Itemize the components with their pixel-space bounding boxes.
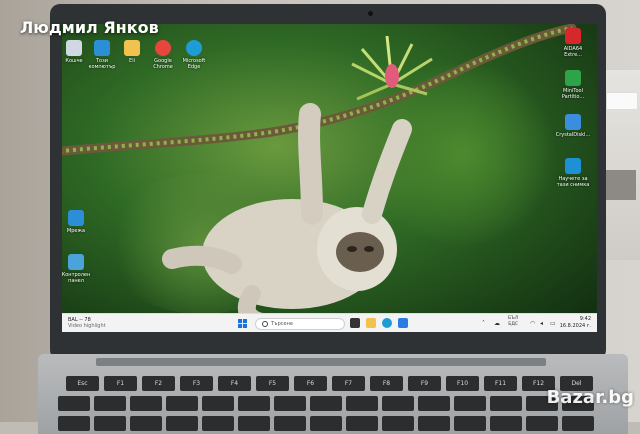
wallpaper-sloth xyxy=(162,103,412,324)
desktop-icon-label: MiniTool Partitio... xyxy=(561,88,585,100)
keyboard-key[interactable] xyxy=(238,396,270,411)
keyboard-key[interactable]: F4 xyxy=(218,376,251,391)
keyboard-key[interactable] xyxy=(130,396,162,411)
keyboard-key[interactable]: F6 xyxy=(294,376,327,391)
keyboard-key[interactable]: F8 xyxy=(370,376,403,391)
cloud-icon[interactable]: ☁ xyxy=(494,320,500,327)
desktop-icon[interactable]: Microsoft Edge xyxy=(176,40,212,70)
laptop-hinge xyxy=(96,358,546,366)
keyboard-key[interactable] xyxy=(94,396,126,411)
folder-icon xyxy=(124,40,140,56)
crystaldisk-icon xyxy=(565,114,581,130)
keyboard: Esc F1 F2 F3 F4 F5 F6 F7 F8 F9 F10 F11 F12 Del xyxy=(54,376,614,431)
desktop-icon-label: Мрежа xyxy=(66,228,86,234)
keyboard-key[interactable] xyxy=(202,416,234,431)
desktop-screen: Кошче Този компютър Eli Google Chrome Micros… xyxy=(62,24,597,332)
windows-start-icon[interactable] xyxy=(238,319,247,328)
seller-name: Людмил Янков xyxy=(20,18,159,37)
desktop-icon-label: Научете за тази снимка xyxy=(556,176,590,188)
mintool-icon xyxy=(565,70,581,86)
keyboard-key[interactable] xyxy=(418,396,450,411)
file-explorer-icon[interactable] xyxy=(366,318,376,328)
edge-taskbar-icon[interactable] xyxy=(382,318,392,328)
taskbar: BAL -- 78 Video highlight Търсене ˄ ☁ БЪ… xyxy=(62,313,597,332)
desktop-icon-label: Microsoft Edge xyxy=(182,58,206,70)
control-panel-icon xyxy=(68,254,84,270)
desktop-icon[interactable]: AIDA64 Extre... xyxy=(555,28,591,58)
task-view-icon[interactable] xyxy=(350,318,360,328)
keyboard-key[interactable] xyxy=(58,396,90,411)
search-placeholder: Търсене xyxy=(271,321,293,327)
watermark-logo: Bazar.bg xyxy=(546,387,634,408)
keyboard-key[interactable]: F5 xyxy=(256,376,289,391)
keyboard-key[interactable] xyxy=(346,396,378,411)
keyboard-key[interactable] xyxy=(202,396,234,411)
keyboard-key[interactable] xyxy=(562,416,594,431)
desktop-icon-label: Контролен панел xyxy=(62,272,91,284)
store-taskbar-icon[interactable] xyxy=(398,318,408,328)
chrome-icon xyxy=(155,40,171,56)
shelf-device xyxy=(606,92,638,110)
weather-widget[interactable]: BAL -- 78 Video highlight xyxy=(68,317,106,329)
battery-icon[interactable]: ▭ xyxy=(550,320,556,327)
keyboard-key[interactable] xyxy=(310,416,342,431)
wifi-icon[interactable]: ◠ xyxy=(530,320,535,327)
language-indicator[interactable]: БЪЛ БДС xyxy=(508,316,518,328)
search-icon xyxy=(262,320,268,327)
taskbar-search-box[interactable]: Търсене xyxy=(255,318,345,330)
keyboard-key[interactable] xyxy=(274,396,306,411)
volume-icon[interactable]: ◂ xyxy=(540,320,543,327)
this-pc-icon xyxy=(94,40,110,56)
desktop-icon[interactable]: MiniTool Partitio... xyxy=(555,70,591,100)
keyboard-key[interactable] xyxy=(490,396,522,411)
keyboard-key[interactable]: F1 xyxy=(104,376,137,391)
recycle-bin-icon xyxy=(66,40,82,56)
keyboard-key[interactable] xyxy=(454,396,486,411)
clock-time: 9:42 xyxy=(579,316,591,322)
keyboard-key[interactable]: F11 xyxy=(484,376,517,391)
keyboard-key[interactable]: F10 xyxy=(446,376,479,391)
keyboard-key[interactable] xyxy=(94,416,126,431)
keyboard-key[interactable] xyxy=(526,416,558,431)
keyboard-key[interactable]: F2 xyxy=(142,376,175,391)
keyboard-key[interactable] xyxy=(490,416,522,431)
desktop-icon[interactable]: Контролен панел xyxy=(62,254,94,284)
desktop-icon[interactable]: CrystalDiskI... xyxy=(555,114,591,138)
network-icon xyxy=(68,210,84,226)
keyboard-key[interactable] xyxy=(346,416,378,431)
desktop-icon[interactable]: Мрежа xyxy=(62,210,94,234)
keyboard-key[interactable] xyxy=(166,416,198,431)
webcam xyxy=(368,11,373,16)
desktop-icon-label: CrystalDiskI... xyxy=(555,132,591,138)
keyboard-layout-label: БДС xyxy=(508,322,518,327)
weather-subtitle: Video highlight xyxy=(68,323,106,329)
getting-started-icon xyxy=(565,158,581,174)
keyboard-key[interactable]: F7 xyxy=(332,376,365,391)
keyboard-key[interactable] xyxy=(58,416,90,431)
clock[interactable]: 9:42 16.8.2024 г. xyxy=(560,316,591,330)
keyboard-key[interactable]: Esc xyxy=(66,376,99,391)
keyboard-key[interactable] xyxy=(166,396,198,411)
shelf-device xyxy=(606,170,636,200)
desktop-icon-label: AIDA64 Extre... xyxy=(563,46,583,58)
keyboard-key[interactable] xyxy=(130,416,162,431)
keyboard-key[interactable] xyxy=(310,396,342,411)
background-shelf xyxy=(600,70,640,260)
keyboard-key[interactable] xyxy=(382,396,414,411)
keyboard-key[interactable] xyxy=(274,416,306,431)
edge-icon xyxy=(186,40,202,56)
keyboard-key[interactable] xyxy=(418,416,450,431)
keyboard-key[interactable] xyxy=(238,416,270,431)
keyboard-key[interactable]: F3 xyxy=(180,376,213,391)
keyboard-key[interactable] xyxy=(382,416,414,431)
chevron-up-icon[interactable]: ˄ xyxy=(482,320,485,327)
aida64-icon xyxy=(565,28,581,44)
keyboard-key[interactable]: F9 xyxy=(408,376,441,391)
desktop-icon[interactable]: Научете за тази снимка xyxy=(555,158,591,188)
clock-date: 16.8.2024 г. xyxy=(559,323,591,329)
keyboard-key[interactable] xyxy=(454,416,486,431)
